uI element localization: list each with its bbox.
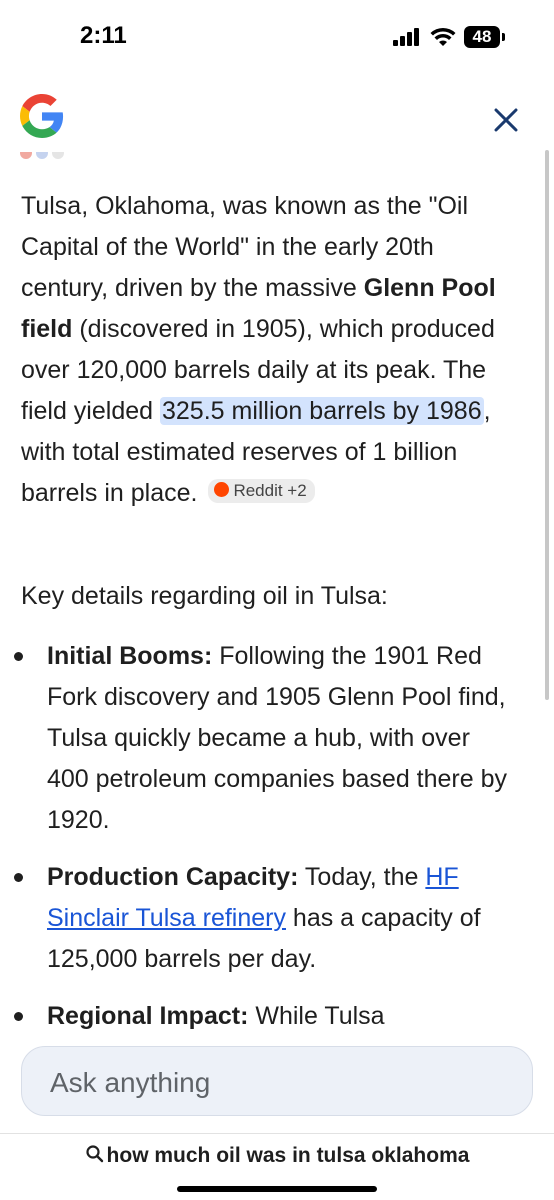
bullet-text: While Tulsa <box>248 1002 385 1030</box>
search-query-text: how much oil was in tulsa oklahoma <box>106 1144 470 1167</box>
divider <box>0 1133 554 1134</box>
source-favicons-icon <box>20 152 64 159</box>
answer-paragraph: Tulsa, Oklahoma, was known as the "Oil C… <box>21 186 521 514</box>
overview-header <box>0 74 554 160</box>
bullet-title: Initial Booms: <box>47 642 213 670</box>
reddit-icon <box>214 482 230 498</box>
list-item: Initial Booms: Following the 1901 Red Fo… <box>14 636 512 841</box>
bullet-dot <box>14 652 23 661</box>
home-indicator[interactable] <box>177 1186 377 1192</box>
search-icon <box>85 1145 103 1163</box>
highlighted-figure[interactable]: 325.5 million barrels by 1986 <box>159 397 484 425</box>
ask-input[interactable] <box>48 1065 492 1101</box>
search-query[interactable]: how much oil was in tulsa oklahoma <box>0 1144 554 1168</box>
status-bar: 2:11 48 <box>0 0 554 74</box>
bullet-dot <box>14 873 23 882</box>
close-icon[interactable] <box>486 100 526 140</box>
ask-bar[interactable] <box>21 1046 533 1116</box>
wifi-icon <box>430 27 456 46</box>
scrollbar[interactable] <box>545 150 549 700</box>
list-item: Regional Impact: While Tulsa <box>14 996 512 1030</box>
battery-cap <box>502 33 505 41</box>
key-details-heading: Key details regarding oil in Tulsa: <box>21 582 388 610</box>
source-chip-label: Reddit +2 <box>233 481 307 501</box>
list-item: Production Capacity: Today, the HF Sincl… <box>14 857 512 980</box>
bullet-dot <box>14 1012 23 1021</box>
status-time: 2:11 <box>80 22 127 49</box>
battery-icon: 48 <box>464 26 500 48</box>
google-g-logo <box>20 94 64 138</box>
ai-overview-content[interactable]: Tulsa, Oklahoma, was known as the "Oil C… <box>0 150 554 1030</box>
cellular-signal-icon <box>393 28 419 46</box>
bullet-title: Regional Impact: <box>47 1002 249 1030</box>
bullet-title: Production Capacity: <box>47 863 299 891</box>
bullet-text: Today, the <box>298 863 426 891</box>
source-chip[interactable]: Reddit +2 <box>208 479 315 504</box>
bullet-text: Following the 1901 Red Fork discovery an… <box>47 642 508 834</box>
